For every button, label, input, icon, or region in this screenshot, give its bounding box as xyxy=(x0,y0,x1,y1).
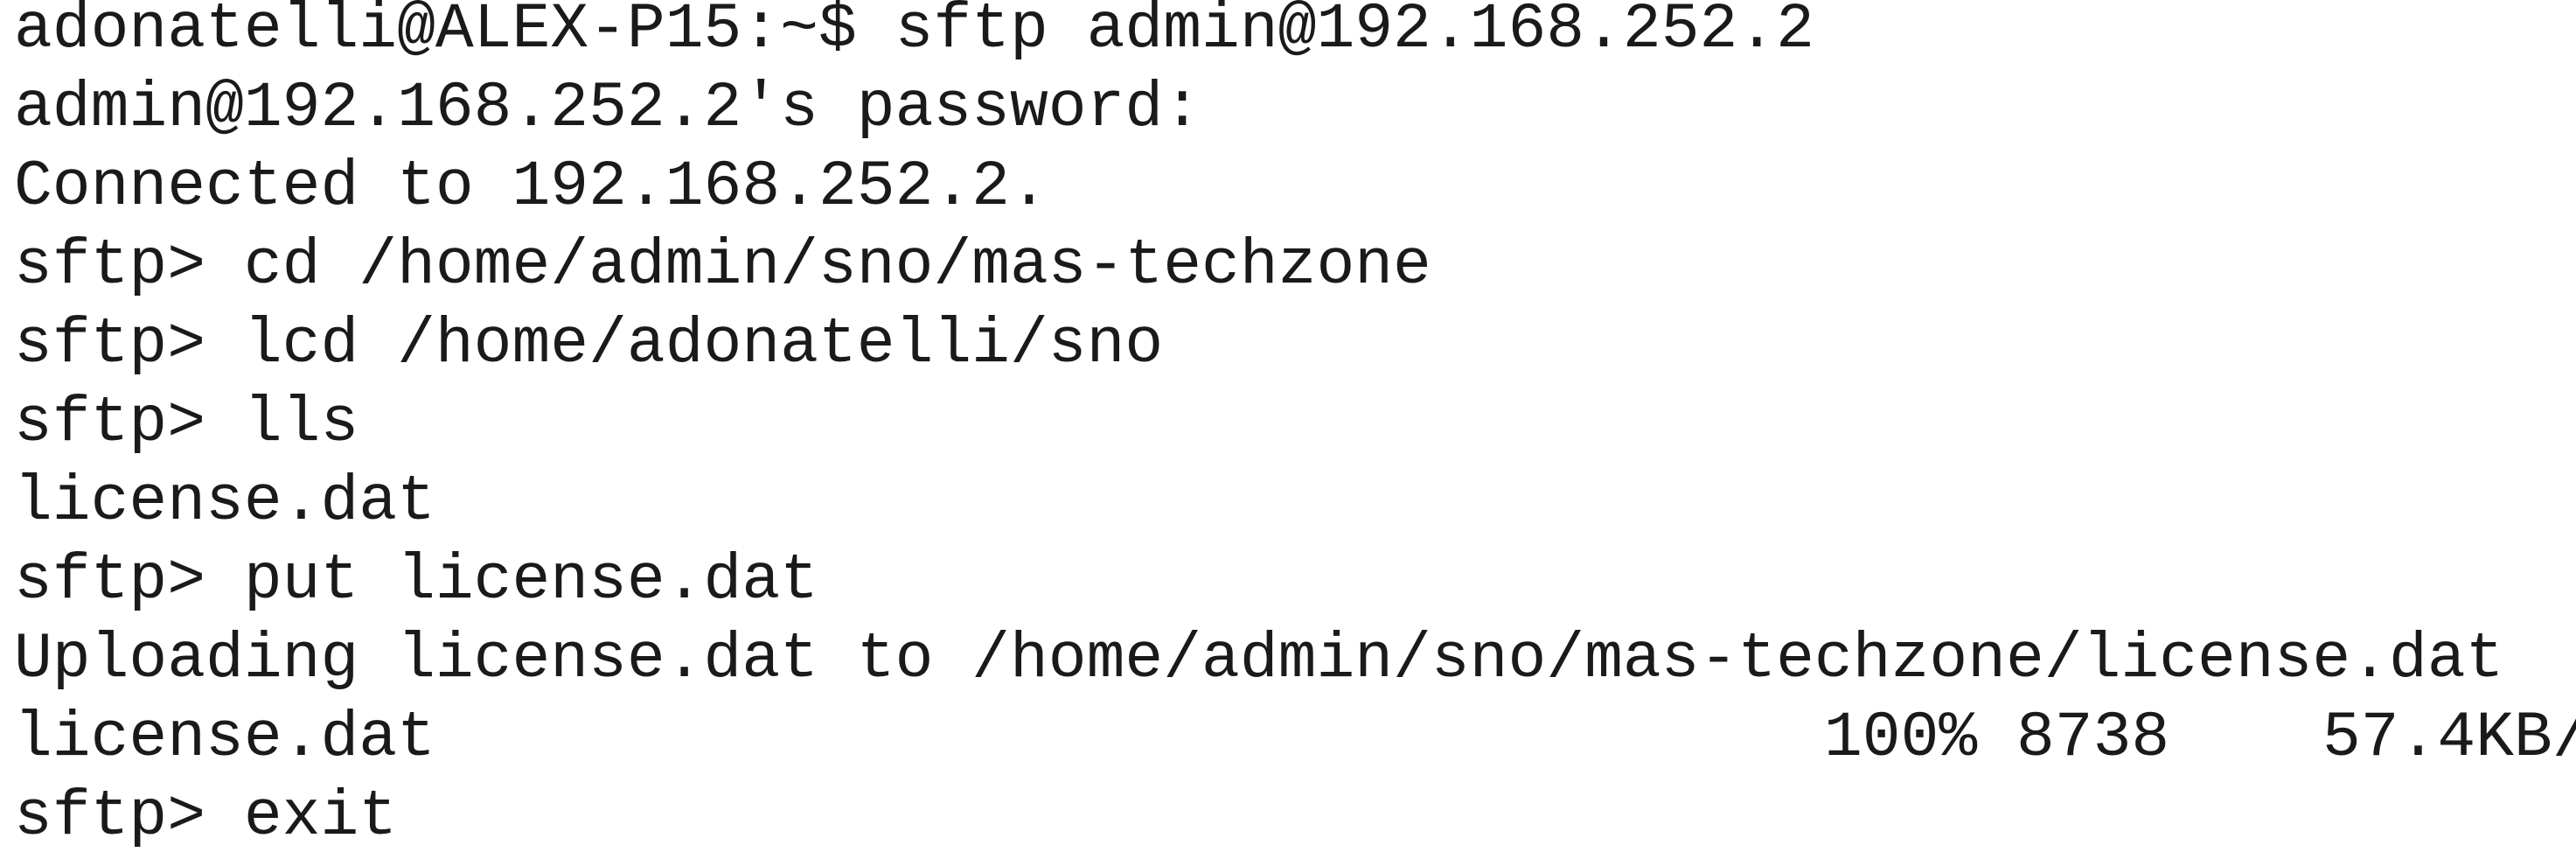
terminal-line-sftp-command: adonatelli@ALEX-P15:~$ sftp admin@192.16… xyxy=(14,0,1814,66)
transfer-rate: 57.4KB/ xyxy=(2322,702,2576,774)
terminal-line-cd-command: sftp> cd /home/admin/sno/mas-techzone xyxy=(14,229,1431,302)
transfer-bytes: 8738 xyxy=(2016,702,2170,774)
terminal-line-connected: Connected to 192.168.252.2. xyxy=(14,150,1048,223)
terminal-window[interactable]: adonatelli@ALEX-P15:~$ sftp admin@192.16… xyxy=(0,0,2576,866)
transfer-file-name: license.dat xyxy=(14,702,435,774)
transfer-percent: 100% xyxy=(1824,702,1978,774)
terminal-line-lls-output: license.dat xyxy=(14,465,435,538)
terminal-line-exit-command: sftp> exit xyxy=(14,780,398,853)
terminal-line-lcd-command: sftp> lcd /home/adonatelli/sno xyxy=(14,308,1164,381)
terminal-line-put-command: sftp> put license.dat xyxy=(14,544,818,617)
terminal-line-password-prompt: admin@192.168.252.2's password: xyxy=(14,72,1202,144)
terminal-line-transfer-progress: license.dat 100% 8738 57.4KB/ xyxy=(14,699,2576,778)
terminal-line-lls-command: sftp> lls xyxy=(14,387,359,459)
terminal-line-uploading: Uploading license.dat to /home/admin/sno… xyxy=(14,623,2504,695)
